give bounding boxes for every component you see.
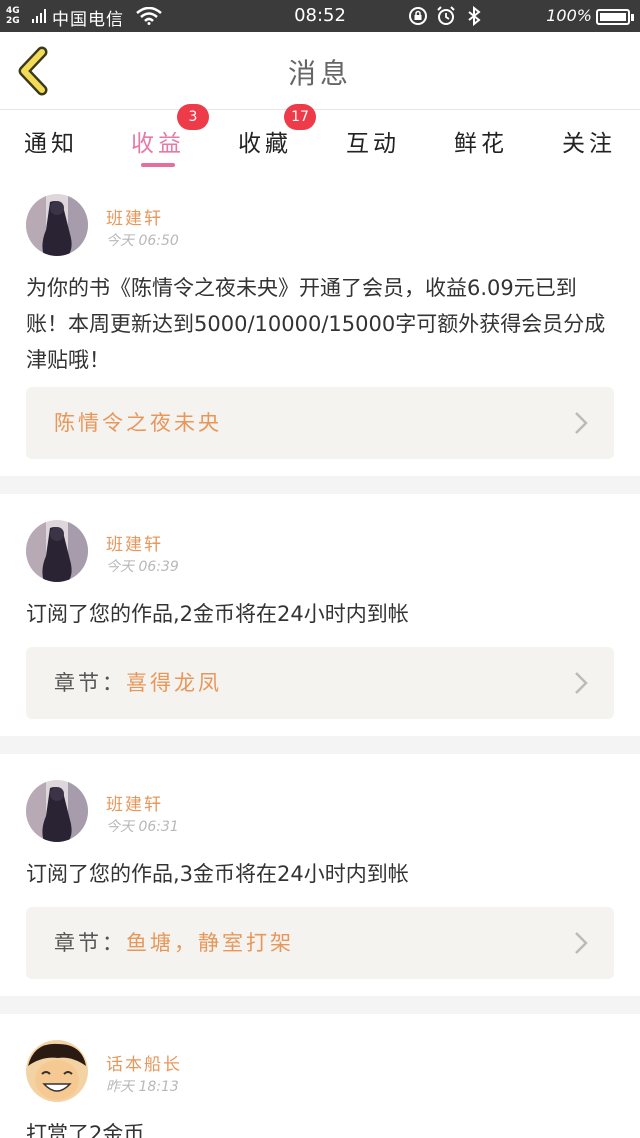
link-prefix: 章节： (54, 671, 126, 695)
message-card: 班建轩 今天 06:50 为你的书《陈情令之夜未央》开通了会员，收益6.09元已… (0, 176, 640, 476)
avatar[interactable] (26, 194, 88, 256)
tab-label: 互动 (346, 131, 400, 157)
status-bar: 4G 2G 中国电信 08:52 100% (0, 0, 640, 32)
tab-flowers[interactable]: 鲜花 (436, 118, 526, 176)
alarm-icon (437, 6, 455, 25)
battery-icon (596, 9, 634, 25)
timestamp: 今天 06:39 (106, 559, 179, 575)
timestamp: 昨天 18:13 (106, 1079, 179, 1095)
avatar[interactable] (26, 520, 88, 582)
tab-interaction[interactable]: 互动 (328, 118, 418, 176)
chapter-link[interactable]: 章节：喜得龙凤 (26, 647, 614, 719)
tab-badge: 17 (284, 104, 316, 130)
chapter-link[interactable]: 章节：鱼塘，静室打架 (26, 907, 614, 979)
username[interactable]: 班建轩 (106, 530, 163, 555)
message-text: 订阅了您的作品,3金币将在24小时内到帐 (26, 862, 409, 886)
message-card: 话本船长 昨天 18:13 打赏了2金币 (0, 1014, 640, 1138)
rotation-lock-icon (409, 7, 427, 25)
tab-badge: 3 (177, 104, 209, 130)
tab-label: 关注 (562, 131, 616, 157)
chapter-title: 喜得龙凤 (126, 671, 222, 695)
nav-header: 消息 (0, 32, 640, 110)
tab-favorites[interactable]: 收藏 17 (220, 104, 316, 176)
tab-label: 通知 (24, 131, 78, 157)
active-tab-indicator (141, 163, 175, 167)
tab-label: 收益 (131, 131, 185, 157)
tab-follow[interactable]: 关注 (544, 118, 634, 176)
chapter-title: 鱼塘，静室打架 (126, 931, 294, 955)
timestamp: 今天 06:50 (106, 233, 179, 249)
avatar[interactable] (26, 780, 88, 842)
clock-time: 08:52 (294, 5, 346, 26)
username[interactable]: 班建轩 (106, 790, 163, 815)
tab-label: 收藏 (238, 131, 292, 157)
tab-income[interactable]: 收益 3 (113, 104, 209, 176)
battery-percent: 100% (546, 6, 592, 25)
book-title: 陈情令之夜未央 (54, 411, 222, 435)
chevron-right-icon (575, 672, 588, 694)
message-text: 打赏了2金币 (26, 1122, 145, 1138)
link-prefix: 章节： (54, 931, 126, 955)
username[interactable]: 话本船长 (106, 1050, 182, 1075)
message-card: 班建轩 今天 06:39 订阅了您的作品,2金币将在24小时内到帐 章节：喜得龙… (0, 494, 640, 736)
message-card: 班建轩 今天 06:31 订阅了您的作品,3金币将在24小时内到帐 章节：鱼塘，… (0, 754, 640, 996)
tab-label: 鲜花 (454, 131, 508, 157)
chevron-right-icon (575, 412, 588, 434)
tab-bar: 通知 收益 3 收藏 17 互动 鲜花 关注 (0, 104, 640, 176)
chevron-right-icon (575, 932, 588, 954)
tab-notify[interactable]: 通知 (6, 118, 96, 176)
timestamp: 今天 06:31 (106, 819, 179, 835)
book-link[interactable]: 陈情令之夜未央 (26, 387, 614, 459)
username[interactable]: 班建轩 (106, 204, 163, 229)
avatar[interactable] (26, 1040, 88, 1102)
message-text: 为你的书《陈情令之夜未央》开通了会员，收益6.09元已到账！本周更新达到5000… (26, 276, 606, 372)
page-title: 消息 (287, 57, 352, 90)
bluetooth-icon (468, 6, 481, 26)
message-text: 订阅了您的作品,2金币将在24小时内到帐 (26, 602, 409, 626)
